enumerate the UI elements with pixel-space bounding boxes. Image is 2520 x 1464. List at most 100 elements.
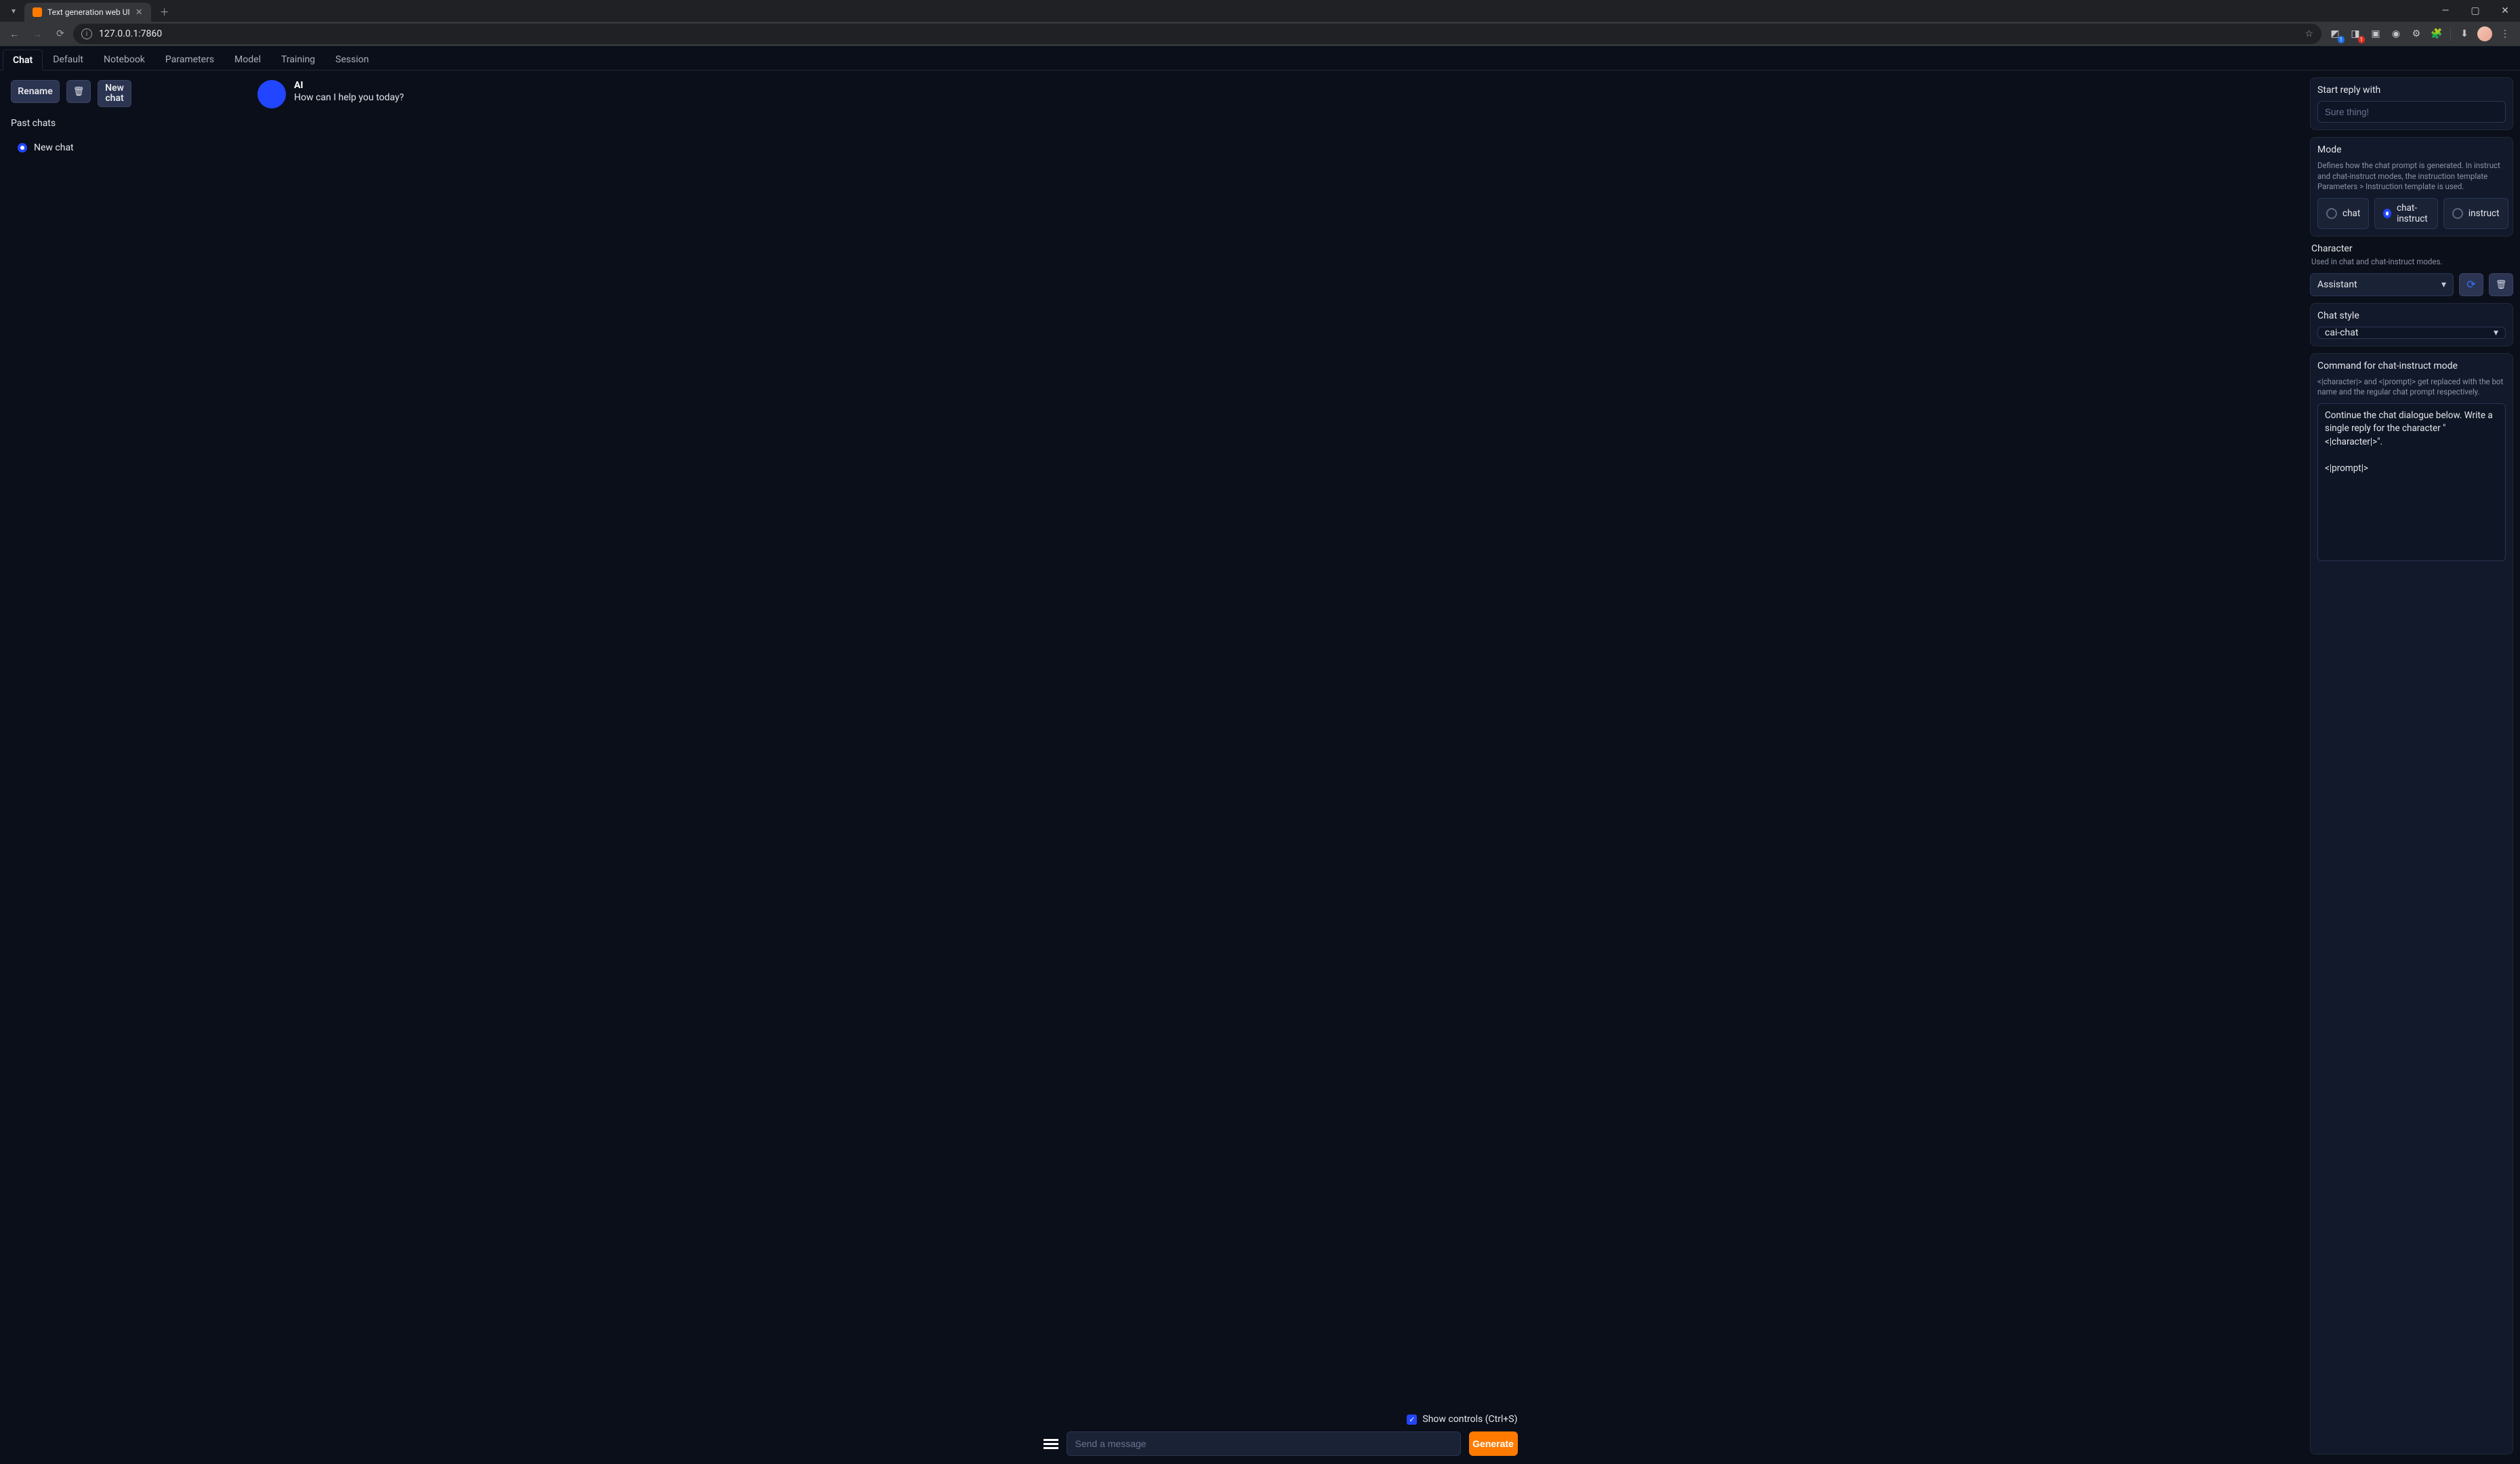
mode-description: Defines how the chat prompt is generated…	[2317, 161, 2506, 192]
back-button[interactable]: ←	[4, 24, 24, 44]
browser-toolbar: ← → ⟳ i 127.0.0.1:7860 ☆ ◩1 ◨1 ▣ ◉ ⚙ 🧩 ⬇…	[0, 22, 2520, 46]
chat-style-label: Chat style	[2317, 310, 2506, 321]
radio-unselected-icon	[2452, 208, 2463, 219]
mode-option-chat[interactable]: chat	[2317, 198, 2369, 229]
mode-panel: Mode Defines how the chat prompt is gene…	[2310, 137, 2513, 237]
mode-option-label: chat	[2342, 208, 2360, 219]
chat-style-select[interactable]: cai-chat ▾	[2317, 327, 2506, 339]
chat-pane: AI How can I help you today? ✓ Show cont…	[257, 70, 2303, 1464]
radio-selected-icon	[2383, 209, 2391, 218]
address-bar[interactable]: i 127.0.0.1:7860 ☆	[73, 24, 2321, 44]
browser-menu-icon[interactable]: ⋮	[2497, 26, 2513, 42]
url-text: 127.0.0.1:7860	[99, 28, 162, 39]
new-tab-button[interactable]: ＋	[155, 3, 174, 22]
app-page: ChatDefaultNotebookParametersModelTraini…	[0, 46, 2520, 1464]
trash-icon	[73, 86, 85, 98]
extension-icon-5[interactable]: ⚙	[2408, 26, 2424, 42]
app-tabs: ChatDefaultNotebookParametersModelTraini…	[0, 46, 2520, 70]
delete-character-button[interactable]	[2489, 273, 2513, 296]
tab-training[interactable]: Training	[271, 49, 325, 70]
browser-tab-active[interactable]: Text generation web UI ✕	[24, 3, 151, 22]
character-value: Assistant	[2317, 279, 2357, 290]
bookmark-star-icon[interactable]: ☆	[2305, 28, 2313, 39]
start-reply-label: Start reply with	[2317, 85, 2506, 96]
tab-chat[interactable]: Chat	[3, 49, 43, 70]
chat-menu-icon[interactable]	[1044, 1437, 1058, 1451]
ai-avatar-icon	[257, 80, 286, 108]
tab-search-dropdown[interactable]	[5, 3, 22, 19]
extension-icon-1[interactable]: ◩1	[2327, 26, 2343, 42]
mode-options: chat chat-instruct instruct	[2317, 198, 2506, 229]
refresh-character-button[interactable]	[2459, 273, 2483, 296]
character-description: Used in chat and chat-instruct modes.	[2311, 257, 2512, 266]
checkbox-icon: ✓	[1407, 1415, 1417, 1425]
command-textarea[interactable]	[2317, 403, 2506, 561]
mode-option-instruct[interactable]: instruct	[2443, 198, 2508, 229]
chevron-down-icon: ▾	[2441, 279, 2446, 290]
start-reply-input[interactable]	[2317, 101, 2506, 123]
generate-button[interactable]: Generate	[1469, 1431, 1518, 1456]
reload-button[interactable]: ⟳	[50, 24, 70, 44]
chat-input-area: ✓ Show controls (Ctrl+S) Generate	[257, 1414, 2303, 1456]
maximize-button[interactable]: ▢	[2460, 0, 2490, 22]
new-chat-button[interactable]: New chat	[98, 80, 131, 107]
left-pane: Rename New chat Past chats New chat	[0, 70, 257, 1464]
character-row: Assistant ▾	[2310, 273, 2513, 296]
command-label: Command for chat-instruct mode	[2317, 361, 2506, 371]
app-content: Rename New chat Past chats New chat AI H…	[0, 70, 2520, 1464]
tab-model[interactable]: Model	[224, 49, 271, 70]
mode-option-label: chat-instruct	[2397, 203, 2429, 224]
refresh-icon	[2466, 278, 2475, 291]
extension-icon-4[interactable]: ◉	[2388, 26, 2404, 42]
window-controls: ― ▢ ✕	[2431, 0, 2520, 22]
chevron-down-icon: ▾	[2494, 327, 2498, 338]
tab-default[interactable]: Default	[43, 49, 94, 70]
downloads-icon[interactable]: ⬇	[2456, 26, 2473, 42]
chat-style-value: cai-chat	[2325, 327, 2358, 338]
radio-unselected-icon	[2326, 208, 2337, 219]
tab-notebook[interactable]: Notebook	[94, 49, 155, 70]
browser-tab-title: Text generation web UI	[47, 7, 130, 17]
chat-input[interactable]	[1067, 1431, 1461, 1456]
message-text: How can I help you today?	[294, 92, 404, 103]
new-chat-line1: New	[105, 83, 124, 94]
favicon-icon	[33, 7, 42, 17]
character-label: Character	[2311, 243, 2512, 254]
mode-label: Mode	[2317, 144, 2506, 155]
chat-message: AI How can I help you today?	[257, 80, 2290, 108]
start-reply-panel: Start reply with	[2310, 77, 2513, 130]
extension-icon-3[interactable]: ▣	[2368, 26, 2384, 42]
mode-option-label: instruct	[2469, 208, 2500, 219]
extension-icons: ◩1 ◨1 ▣ ◉ ⚙ 🧩 ⬇ ⋮	[2324, 26, 2516, 42]
trash-icon	[2496, 279, 2507, 290]
message-sender: AI	[294, 80, 404, 91]
command-description: <|character|> and <|prompt|> get replace…	[2317, 377, 2506, 398]
extension-icon-2[interactable]: ◨1	[2347, 26, 2363, 42]
delete-chat-button[interactable]	[66, 80, 91, 103]
show-controls-toggle[interactable]: ✓ Show controls (Ctrl+S)	[1407, 1414, 1517, 1425]
tab-parameters[interactable]: Parameters	[155, 49, 224, 70]
site-info-icon[interactable]: i	[81, 28, 92, 39]
show-controls-label: Show controls (Ctrl+S)	[1422, 1414, 1517, 1425]
browser-titlebar: Text generation web UI ✕ ＋ ― ▢ ✕	[0, 0, 2520, 22]
past-chat-item[interactable]: New chat	[11, 140, 247, 153]
close-window-button[interactable]: ✕	[2490, 0, 2520, 22]
chat-style-panel: Chat style cai-chat ▾	[2310, 303, 2513, 346]
profile-avatar[interactable]	[2477, 26, 2493, 42]
mode-option-chat-instruct[interactable]: chat-instruct	[2374, 198, 2438, 229]
toolbar-separator	[2450, 27, 2451, 41]
right-pane: Start reply with Mode Defines how the ch…	[2303, 70, 2520, 1464]
past-chat-label: New chat	[34, 142, 74, 153]
radio-selected-icon	[18, 143, 27, 152]
past-chats-heading: Past chats	[11, 118, 247, 129]
character-select[interactable]: Assistant ▾	[2310, 273, 2454, 296]
command-panel: Command for chat-instruct mode <|charact…	[2310, 353, 2513, 1455]
ext-badge-red: 1	[2358, 36, 2366, 43]
tab-session[interactable]: Session	[325, 49, 379, 70]
minimize-button[interactable]: ―	[2431, 0, 2460, 22]
ext-badge-blue: 1	[2338, 36, 2345, 43]
rename-button[interactable]: Rename	[11, 80, 60, 103]
forward-button[interactable]: →	[27, 24, 47, 44]
close-tab-icon[interactable]: ✕	[136, 7, 143, 18]
extensions-puzzle-icon[interactable]: 🧩	[2429, 26, 2445, 42]
